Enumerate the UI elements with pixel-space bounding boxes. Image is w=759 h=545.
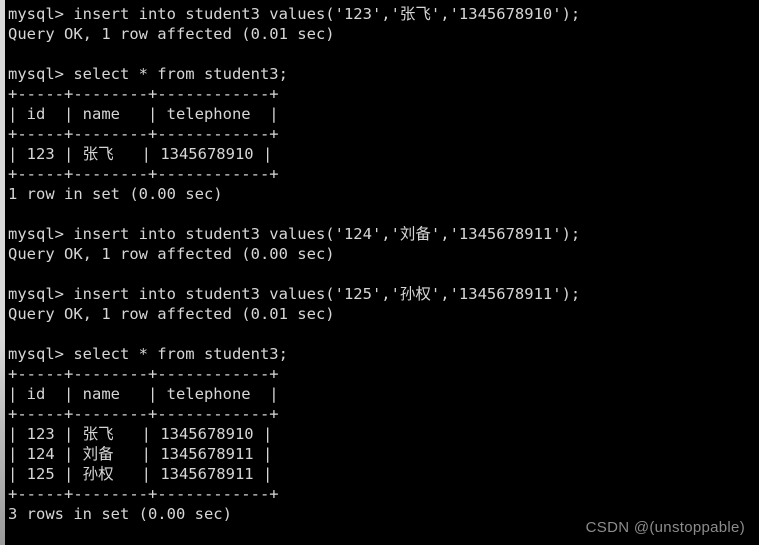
terminal-line: | id | name | telephone | — [8, 105, 279, 123]
terminal-line: mysql> insert into student3 values('123'… — [8, 5, 581, 23]
terminal-line: +-----+--------+------------+ — [8, 165, 279, 183]
terminal-console-output[interactable]: mysql> insert into student3 values('123'… — [5, 0, 759, 524]
terminal-line: | 123 | 张飞 | 1345678910 | — [8, 425, 273, 443]
terminal-line: +-----+--------+------------+ — [8, 485, 279, 503]
terminal-line: mysql> select * from student3; — [8, 65, 288, 83]
terminal-line: +-----+--------+------------+ — [8, 125, 279, 143]
terminal-line: Query OK, 1 row affected (0.01 sec) — [8, 305, 335, 323]
terminal-screenshot: mysql> insert into student3 values('123'… — [0, 0, 759, 545]
terminal-line: Query OK, 1 row affected (0.00 sec) — [8, 245, 335, 263]
terminal-line: +-----+--------+------------+ — [8, 405, 279, 423]
terminal-line: | id | name | telephone | — [8, 385, 279, 403]
terminal-line: +-----+--------+------------+ — [8, 85, 279, 103]
terminal-line: mysql> select * from student3; — [8, 345, 288, 363]
terminal-line: Query OK, 1 row affected (0.01 sec) — [8, 25, 335, 43]
terminal-line: 1 row in set (0.00 sec) — [8, 185, 223, 203]
terminal-line: mysql> insert into student3 values('125'… — [8, 285, 581, 303]
terminal-line: | 125 | 孙权 | 1345678911 | — [8, 465, 273, 483]
mysql-terminal-window[interactable]: mysql> insert into student3 values('123'… — [5, 0, 759, 545]
terminal-line: mysql> insert into student3 values('124'… — [8, 225, 581, 243]
terminal-line: | 124 | 刘备 | 1345678911 | — [8, 445, 273, 463]
terminal-line: +-----+--------+------------+ — [8, 365, 279, 383]
csdn-watermark: CSDN @(unstoppable) — [585, 519, 745, 536]
terminal-line: | 123 | 张飞 | 1345678910 | — [8, 145, 273, 163]
